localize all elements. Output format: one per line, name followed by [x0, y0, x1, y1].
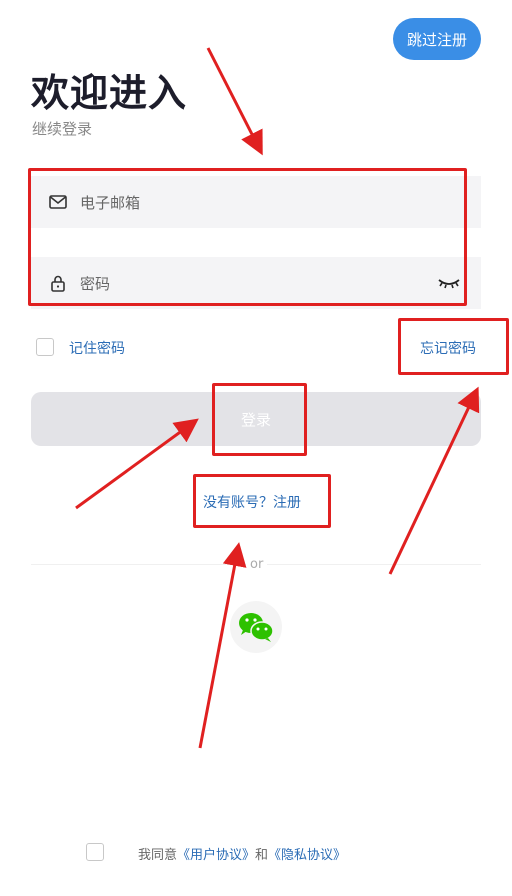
annotation-box-inputs	[28, 168, 467, 306]
skip-register-button[interactable]: 跳过注册	[393, 18, 481, 60]
arrow-to-inputs	[206, 47, 263, 156]
agreement-prefix: 我同意	[138, 848, 178, 863]
page-title: 欢迎进入	[31, 71, 188, 115]
or-label: or	[246, 557, 268, 572]
user-agreement-link[interactable]: 《用户协议》	[177, 848, 255, 863]
annotation-box-forgot	[398, 318, 509, 375]
agreement-checkbox[interactable]	[86, 843, 104, 861]
remember-checkbox[interactable]	[36, 338, 54, 356]
annotation-box-register	[193, 474, 331, 528]
privacy-policy-link[interactable]: 《隐私协议》	[268, 848, 346, 863]
page-subtitle: 继续登录	[32, 120, 93, 138]
wechat-login-button[interactable]	[230, 601, 282, 653]
arrow-to-register	[198, 542, 247, 749]
agreement-and: 和	[255, 848, 269, 863]
annotation-box-login	[212, 383, 307, 456]
remember-label[interactable]: 记住密码	[69, 338, 125, 358]
wechat-icon	[239, 613, 274, 642]
agreement-text: 我同意《用户协议》和《隐私协议》	[138, 844, 346, 863]
